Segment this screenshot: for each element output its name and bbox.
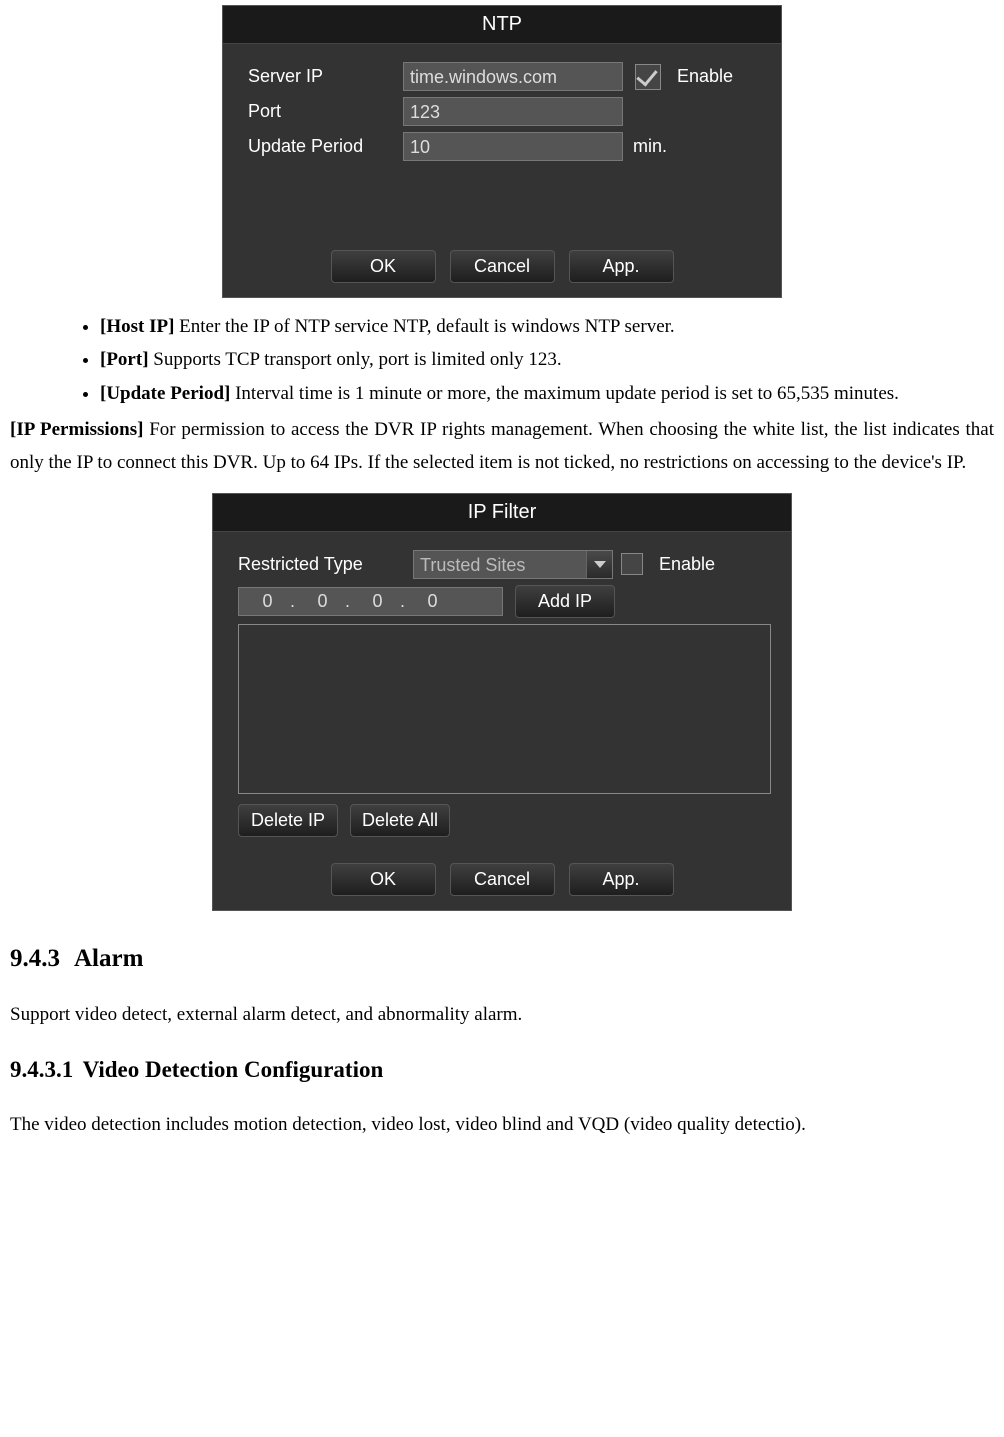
port-label: Port	[248, 101, 403, 122]
port-bullet: [Port] Supports TCP transport only, port…	[100, 345, 994, 374]
update-period-unit: min.	[633, 136, 667, 157]
ip-permissions-paragraph: [IP Permissions] For permission to acces…	[10, 414, 994, 479]
ip-filter-dialog: IP Filter Restricted Type Trusted Sites …	[212, 493, 792, 911]
vdc-heading-number: 9.4.3.1	[10, 1057, 73, 1082]
update-period-input[interactable]: 10	[403, 132, 623, 161]
dropdown-arrow-icon[interactable]	[586, 551, 612, 578]
update-period-bullet-label: [Update Period]	[100, 383, 230, 404]
enable-ipfilter-label: Enable	[659, 554, 715, 575]
ntp-dialog: NTP Server IP time.windows.com Enable Po…	[222, 5, 782, 298]
app-button-ipfilter[interactable]: App.	[569, 863, 674, 896]
restricted-type-label: Restricted Type	[238, 554, 413, 575]
delete-ip-button[interactable]: Delete IP	[238, 804, 338, 837]
enable-ntp-label: Enable	[677, 66, 733, 87]
cancel-button[interactable]: Cancel	[450, 250, 555, 283]
enable-ipfilter-checkbox[interactable]	[621, 553, 643, 575]
vdc-paragraph: The video detection includes motion dete…	[10, 1109, 994, 1141]
ip-list-box[interactable]	[238, 624, 771, 794]
ok-button-ipfilter[interactable]: OK	[331, 863, 436, 896]
ntp-dialog-title: NTP	[223, 6, 781, 44]
host-ip-bullet: [Host IP] Enter the IP of NTP service NT…	[100, 312, 994, 341]
delete-all-button[interactable]: Delete All	[350, 804, 450, 837]
update-period-bullet-text: Interval time is 1 minute or more, the m…	[230, 383, 899, 404]
host-ip-label: [Host IP]	[100, 316, 174, 337]
alarm-paragraph: Support video detect, external alarm det…	[10, 999, 994, 1031]
enable-ntp-checkbox[interactable]	[635, 64, 661, 90]
restricted-type-value: Trusted Sites	[420, 555, 525, 575]
alarm-heading-number: 9.4.3	[10, 945, 60, 972]
host-ip-text: Enter the IP of NTP service NTP, default…	[174, 316, 674, 337]
vdc-heading: 9.4.3.1 Video Detection Configuration	[10, 1057, 994, 1083]
ok-button[interactable]: OK	[331, 250, 436, 283]
cancel-button-ipfilter[interactable]: Cancel	[450, 863, 555, 896]
server-ip-input[interactable]: time.windows.com	[403, 62, 623, 91]
alarm-heading-title: Alarm	[74, 945, 143, 972]
ip-address-input[interactable]: 0. 0. 0. 0	[238, 587, 503, 616]
add-ip-button[interactable]: Add IP	[515, 585, 615, 618]
server-ip-label: Server IP	[248, 66, 403, 87]
ntp-settings-list: [Host IP] Enter the IP of NTP service NT…	[10, 312, 994, 408]
port-bullet-text: Supports TCP transport only, port is lim…	[149, 349, 562, 370]
restricted-type-dropdown[interactable]: Trusted Sites	[413, 550, 613, 579]
app-button[interactable]: App.	[569, 250, 674, 283]
update-period-label: Update Period	[248, 136, 403, 157]
ip-permissions-text: For permission to access the DVR IP righ…	[10, 419, 994, 472]
ip-permissions-label: [IP Permissions]	[10, 419, 143, 440]
port-bullet-label: [Port]	[100, 349, 149, 370]
alarm-heading: 9.4.3 Alarm	[10, 945, 994, 973]
ip-filter-dialog-title: IP Filter	[213, 494, 791, 532]
update-period-bullet: [Update Period] Interval time is 1 minut…	[100, 379, 994, 408]
vdc-heading-title: Video Detection Configuration	[83, 1057, 384, 1082]
port-input[interactable]: 123	[403, 97, 623, 126]
